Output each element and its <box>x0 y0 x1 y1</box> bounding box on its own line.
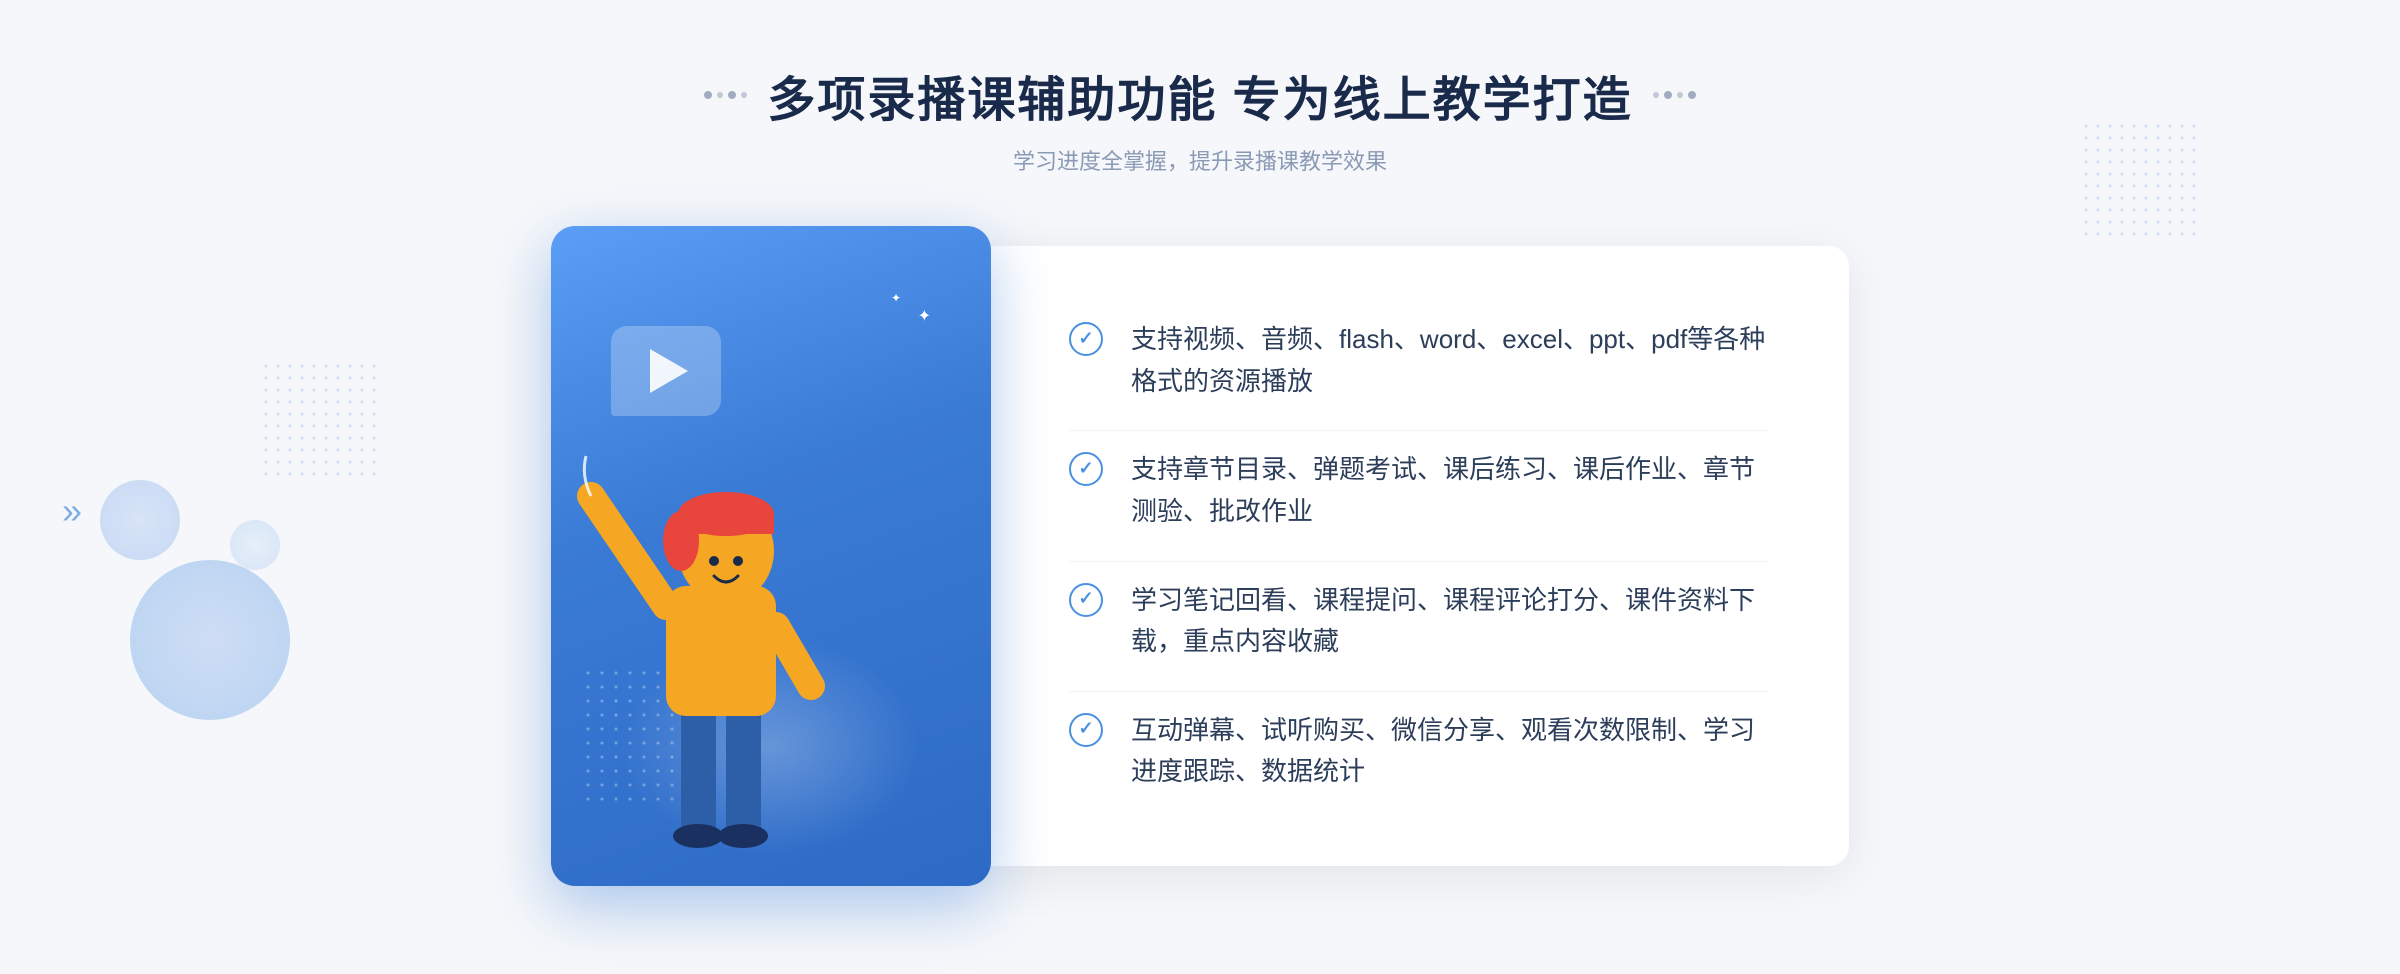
feature-item-2: ✓ 支持章节目录、弹题考试、课后练习、课后作业、章节测验、批改作业 <box>1069 430 1769 550</box>
page-header: 多项录播课辅助功能 专为线上教学打造 学习进度全掌握，提升录播课教学效果 <box>704 60 1695 176</box>
feature-item-3: ✓ 学习笔记回看、课程提问、课程评论打分、课件资料下载，重点内容收藏 <box>1069 561 1769 681</box>
feature-text-1: 支持视频、音频、flash、word、excel、ppt、pdf等各种格式的资源… <box>1131 319 1769 402</box>
character-illustration <box>571 366 871 886</box>
check-icon-4: ✓ <box>1069 713 1103 747</box>
check-icon-2: ✓ <box>1069 452 1103 486</box>
sparkle-icon-1: ✦ <box>918 306 931 326</box>
main-title: 多项录播课辅助功能 专为线上教学打造 <box>767 60 1632 130</box>
illustration-card: ✦ ✦ <box>551 226 991 886</box>
info-panel: ✓ 支持视频、音频、flash、word、excel、ppt、pdf等各种格式的… <box>989 246 1849 866</box>
check-icon-1: ✓ <box>1069 322 1103 356</box>
feature-item-1: ✓ 支持视频、音频、flash、word、excel、ppt、pdf等各种格式的… <box>1069 301 1769 420</box>
chevron-left-icon: » <box>62 490 82 532</box>
dots-pattern-left <box>260 360 380 480</box>
feature-text-3: 学习笔记回看、课程提问、课程评论打分、课件资料下载，重点内容收藏 <box>1131 580 1769 663</box>
check-icon-3: ✓ <box>1069 583 1103 617</box>
sparkle-icon-2: ✦ <box>891 291 901 305</box>
main-content: ✦ ✦ <box>500 226 1900 886</box>
feature-text-2: 支持章节目录、弹题考试、课后练习、课后作业、章节测验、批改作业 <box>1131 449 1769 532</box>
deco-circle-large <box>130 560 290 720</box>
page-wrapper: » 多项录播课辅助功能 专为线上教学打造 学习进度全掌握，提升录播课教学效果 <box>0 0 2400 974</box>
feature-text-4: 互动弹幕、试听购买、微信分享、观看次数限制、学习进度跟踪、数据统计 <box>1131 710 1769 793</box>
dots-pattern-right <box>2080 120 2200 240</box>
title-deco-right <box>1653 91 1696 99</box>
deco-circle-tiny <box>230 520 280 570</box>
feature-item-4: ✓ 互动弹幕、试听购买、微信分享、观看次数限制、学习进度跟踪、数据统计 <box>1069 691 1769 811</box>
title-deco-left <box>704 91 747 99</box>
sub-title: 学习进度全掌握，提升录播课教学效果 <box>1013 144 1387 176</box>
deco-circle-small <box>100 480 180 560</box>
